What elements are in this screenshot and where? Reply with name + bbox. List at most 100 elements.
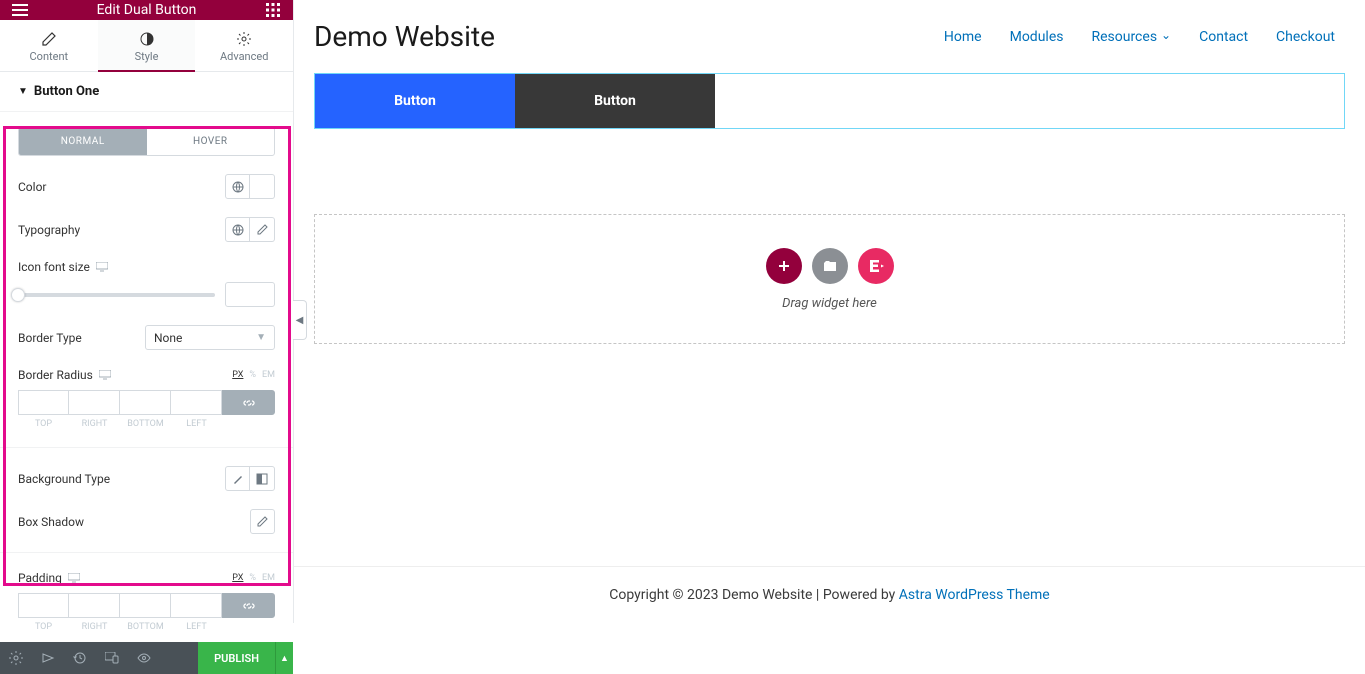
settings-icon[interactable] (0, 642, 32, 674)
br-top[interactable] (18, 390, 69, 415)
contrast-icon (98, 32, 196, 46)
background-type-label: Background Type (18, 472, 110, 486)
tab-advanced-label: Advanced (195, 50, 293, 63)
unit-pct[interactable]: % (249, 573, 256, 583)
edit-icon[interactable] (250, 217, 275, 242)
site-footer: Copyright © 2023 Demo Website | Powered … (294, 566, 1365, 623)
divider (0, 447, 293, 448)
publish-button[interactable]: PUBLISH (198, 642, 275, 674)
pencil-icon (0, 32, 98, 46)
nav-resources[interactable]: Resources (1091, 29, 1171, 45)
globe-icon[interactable] (225, 217, 250, 242)
add-section-button[interactable] (766, 248, 802, 284)
border-radius-label: Border Radius (18, 368, 93, 382)
preview-icon[interactable] (128, 642, 160, 674)
gear-icon (195, 32, 293, 46)
editor-panel: Edit Dual Button Content Style Advanced … (0, 0, 294, 623)
panel-footer: PUBLISH ▲ (0, 642, 293, 674)
tab-content[interactable]: Content (0, 20, 98, 71)
state-normal[interactable]: NORMAL (19, 128, 147, 155)
add-section[interactable]: Drag widget here (314, 214, 1345, 344)
link-values-icon[interactable] (222, 390, 275, 415)
canvas: Button Button (294, 73, 1365, 129)
template-library-button[interactable] (812, 248, 848, 284)
prop-typography: Typography (18, 217, 275, 242)
history-icon[interactable] (64, 642, 96, 674)
side-left: LEFT (171, 622, 222, 632)
apps-icon[interactable] (263, 0, 283, 20)
pad-right[interactable] (69, 593, 120, 618)
icon-font-size-slider[interactable] (18, 293, 215, 297)
side-top: TOP (18, 419, 69, 429)
bg-gradient-icon[interactable] (250, 466, 275, 491)
state-hover[interactable]: HOVER (147, 128, 275, 155)
edit-icon[interactable] (250, 509, 275, 534)
pad-bottom[interactable] (120, 593, 171, 618)
desktop-icon[interactable] (96, 262, 108, 272)
dual-button-widget[interactable]: Button Button (314, 73, 1345, 129)
section-body: NORMAL HOVER Color Typography (0, 112, 293, 642)
br-left[interactable] (171, 390, 222, 415)
color-swatch[interactable] (250, 174, 275, 199)
nav-home[interactable]: Home (944, 29, 982, 45)
br-right[interactable] (69, 390, 120, 415)
color-label: Color (18, 180, 46, 194)
unit-picker[interactable]: PX % EM (232, 370, 275, 380)
unit-pct[interactable]: % (249, 370, 256, 380)
tab-style-label: Style (98, 50, 196, 63)
padding-label: Padding (18, 571, 62, 585)
border-type-select[interactable]: None ▼ (145, 325, 275, 350)
elementskit-button[interactable] (858, 248, 894, 284)
tab-style[interactable]: Style (98, 20, 196, 71)
typography-label: Typography (18, 223, 80, 237)
panel-title: Edit Dual Button (30, 2, 263, 18)
desktop-icon[interactable] (68, 573, 80, 583)
button-two[interactable]: Button (515, 74, 715, 128)
nav-contact[interactable]: Contact (1199, 29, 1248, 45)
prop-icon-font-size: Icon font size (18, 260, 275, 307)
panel-tabs: Content Style Advanced (0, 20, 293, 72)
nav-checkout[interactable]: Checkout (1276, 29, 1335, 45)
panel-collapse[interactable]: ◀ (293, 300, 307, 340)
nav-modules[interactable]: Modules (1010, 29, 1064, 45)
publish-options[interactable]: ▲ (275, 642, 293, 674)
navigator-icon[interactable] (32, 642, 64, 674)
state-toggle: NORMAL HOVER (18, 127, 275, 156)
unit-picker[interactable]: PX % EM (232, 573, 275, 583)
globe-icon[interactable] (225, 174, 250, 199)
unit-px[interactable]: PX (232, 573, 243, 583)
br-bottom[interactable] (120, 390, 171, 415)
unit-em[interactable]: EM (262, 370, 275, 380)
slider-thumb[interactable] (11, 288, 25, 302)
icon-font-size-input[interactable] (225, 282, 275, 307)
menu-icon[interactable] (10, 0, 30, 20)
unit-px[interactable]: PX (232, 370, 243, 380)
prop-box-shadow: Box Shadow (18, 509, 275, 534)
prop-color: Color (18, 174, 275, 199)
bg-classic-icon[interactable] (225, 466, 250, 491)
side-right: RIGHT (69, 419, 120, 429)
site-header: Demo Website Home Modules Resources Cont… (294, 0, 1365, 73)
panel-header: Edit Dual Button (0, 0, 293, 20)
button-one[interactable]: Button (315, 74, 515, 128)
prop-border-radius: Border Radius PX % EM (18, 368, 275, 429)
link-values-icon[interactable] (222, 593, 275, 618)
unit-em[interactable]: EM (262, 573, 275, 583)
border-type-value: None (154, 331, 182, 345)
box-shadow-label: Box Shadow (18, 515, 84, 529)
border-type-label: Border Type (18, 331, 82, 345)
chevron-down-icon: ▼ (256, 332, 266, 343)
pad-left[interactable] (171, 593, 222, 618)
desktop-icon[interactable] (99, 370, 111, 380)
prop-border-type: Border Type None ▼ (18, 325, 275, 350)
side-right: RIGHT (69, 622, 120, 632)
section-label: Button One (34, 84, 99, 99)
tab-advanced[interactable]: Advanced (195, 20, 293, 71)
side-top: TOP (18, 622, 69, 632)
caret-down-icon: ▼ (18, 86, 28, 97)
side-left: LEFT (171, 419, 222, 429)
footer-link[interactable]: Astra WordPress Theme (899, 587, 1050, 603)
section-button-one[interactable]: ▼ Button One (0, 72, 293, 112)
pad-top[interactable] (18, 593, 69, 618)
responsive-icon[interactable] (96, 642, 128, 674)
